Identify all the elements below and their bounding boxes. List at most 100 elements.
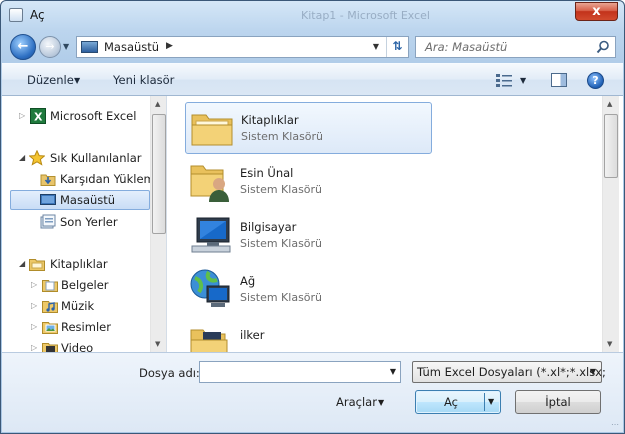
list-item[interactable]: Kitaplıklar Sistem Klasörü [185,102,432,154]
sidebar-item-label: Microsoft Excel [50,109,137,123]
file-type-select[interactable]: Tüm Excel Dosyaları (*.xl*;*.xlsx; ▼ [412,361,606,383]
tools-label: Araçlar [336,395,377,409]
change-view-icon[interactable] [496,73,512,87]
libraries-icon [29,259,45,271]
sidebar-item-favorites[interactable]: ◢ Sık Kullanılanlar [2,148,152,168]
sidebar-item-label: Masaüstü [60,193,116,207]
sidebar-item-desktop[interactable]: Masaüstü [10,190,150,210]
open-options-dropdown-icon[interactable]: ▼ [488,397,494,406]
documents-icon [42,280,58,292]
breadcrumb[interactable]: Masaüstü [104,40,159,54]
chevron-down-icon[interactable]: ▼ [590,367,596,376]
list-item[interactable]: ilker [185,318,432,352]
navigation-bar: ← → ▼ Masaüstü ▶ ▼ ⇅ Ara: Masaüstü [1,29,624,63]
main-content: ▷ X Microsoft Excel ◢ Sık Kullanılanlar … [2,96,623,352]
file-name: Esin Ünal [240,166,294,180]
breadcrumb-chevron-icon[interactable]: ▶ [166,41,173,51]
list-item[interactable]: Ağ Sistem Klasörü [185,264,432,316]
help-icon[interactable]: ? [587,72,604,89]
scroll-down-icon[interactable]: ▼ [607,340,612,348]
file-name: Ağ [240,274,256,288]
file-type-value: Tüm Excel Dosyaları (*.xl*;*.xlsx; [417,365,606,379]
list-item[interactable]: Bilgisayar Sistem Klasörü [185,210,432,262]
new-folder-button[interactable]: Yeni klasör [113,73,174,87]
background-window-title: Kitap1 - Microsoft Excel [301,9,430,22]
cancel-label: İptal [545,395,571,409]
organize-button[interactable]: Düzenle [27,73,74,87]
scroll-up-icon[interactable]: ▲ [607,100,612,108]
list-item[interactable]: Esin Ünal Sistem Klasörü [185,156,432,208]
search-input[interactable]: Ara: Masaüstü [415,36,616,58]
expand-icon[interactable]: ▷ [31,322,37,331]
title-bar[interactable]: Aç Kitap1 - Microsoft Excel x [1,1,624,29]
open-button[interactable]: Aç ▼ [415,390,501,414]
address-bar[interactable]: Masaüstü ▶ ▼ ⇅ [76,36,409,58]
sidebar-item-downloads[interactable]: Karşıdan Yüklemeler [2,169,166,189]
video-icon [42,343,58,352]
sidebar-item-label: Son Yerler [60,215,118,229]
sidebar-item-label: Belgeler [61,278,109,292]
chevron-down-icon: ▼ [378,398,385,407]
refresh-icon: ⇅ [392,39,403,53]
navigation-pane: ▷ X Microsoft Excel ◢ Sık Kullanılanlar … [2,96,167,352]
computer-icon [191,217,231,253]
search-icon[interactable] [596,40,610,54]
expand-icon[interactable]: ▷ [19,111,25,120]
forward-arrow-icon: → [45,40,55,53]
address-dropdown-icon[interactable]: ▼ [368,39,384,55]
recent-pages-dropdown-icon[interactable]: ▼ [63,42,69,51]
sidebar-scrollbar[interactable]: ▲ ▼ [150,96,166,352]
desktop-icon [81,41,98,53]
back-button[interactable]: ← [10,34,36,60]
sidebar-item-label: Kitaplıklar [50,257,108,271]
sidebar-item-video[interactable]: ▷ Video [2,338,152,352]
refresh-button[interactable]: ⇅ [386,37,408,57]
sidebar-item-pictures[interactable]: ▷ Resimler [2,317,152,337]
file-list: Kitaplıklar Sistem Klasörü Esin Ünal Sis… [169,96,602,352]
view-options-dropdown-icon[interactable]: ▼ [520,76,526,85]
file-list-scrollbar[interactable]: ▲ ▼ [602,96,619,352]
file-name: Bilgisayar [240,220,297,234]
command-toolbar: Düzenle ▼ Yeni klasör ▼ ? [2,63,623,96]
expand-icon[interactable]: ▷ [31,301,37,310]
expand-icon[interactable]: ▷ [31,343,37,352]
chevron-down-icon[interactable]: ▼ [74,76,80,85]
collapse-icon[interactable]: ◢ [19,153,25,162]
libraries-folder-icon [191,114,233,146]
sidebar-item-recent-places[interactable]: Son Yerler [2,212,152,232]
music-icon [42,301,58,313]
pictures-icon [42,322,58,334]
sidebar-item-documents[interactable]: ▷ Belgeler [2,275,152,295]
sidebar-item-microsoft-excel[interactable]: ▷ X Microsoft Excel [2,106,152,126]
file-type: Sistem Klasörü [241,130,324,143]
file-type: Sistem Klasörü [240,237,323,250]
window-title: Aç [30,8,45,22]
scrollbar-thumb[interactable] [152,114,166,234]
desktop-icon [40,194,56,205]
expand-icon[interactable]: ▷ [31,280,37,289]
sidebar-item-music[interactable]: ▷ Müzik [2,296,152,316]
back-arrow-icon: ← [17,39,29,54]
dialog-footer: Dosya adı: ▼ Tüm Excel Dosyaları (*.xl*;… [2,352,623,432]
star-icon [29,150,45,166]
close-button[interactable]: x [575,2,618,21]
resize-grip-icon[interactable]: ⋯ [611,420,621,430]
scroll-up-icon[interactable]: ▲ [155,100,160,108]
recent-places-icon [40,214,56,229]
preview-pane-icon[interactable] [551,73,567,87]
file-name: Kitaplıklar [241,113,299,127]
scrollbar-thumb[interactable] [604,114,618,178]
sidebar-item-libraries[interactable]: ◢ Kitaplıklar [2,254,152,274]
scroll-down-icon[interactable]: ▼ [155,340,160,348]
collapse-icon[interactable]: ◢ [19,259,25,268]
filename-field[interactable]: ▼ [199,361,401,383]
filename-dropdown-icon[interactable]: ▼ [390,367,396,376]
forward-button[interactable]: → [39,36,61,58]
cancel-button[interactable]: İptal [515,390,601,414]
open-dialog-window: Aç Kitap1 - Microsoft Excel x ← → ▼ Masa… [0,0,625,434]
downloads-folder-icon [40,174,56,186]
sidebar-item-label: Müzik [61,299,95,313]
open-label: Aç [444,395,458,409]
tools-button[interactable]: Araçlar ▼ [336,395,384,409]
filename-label: Dosya adı: [139,366,200,380]
